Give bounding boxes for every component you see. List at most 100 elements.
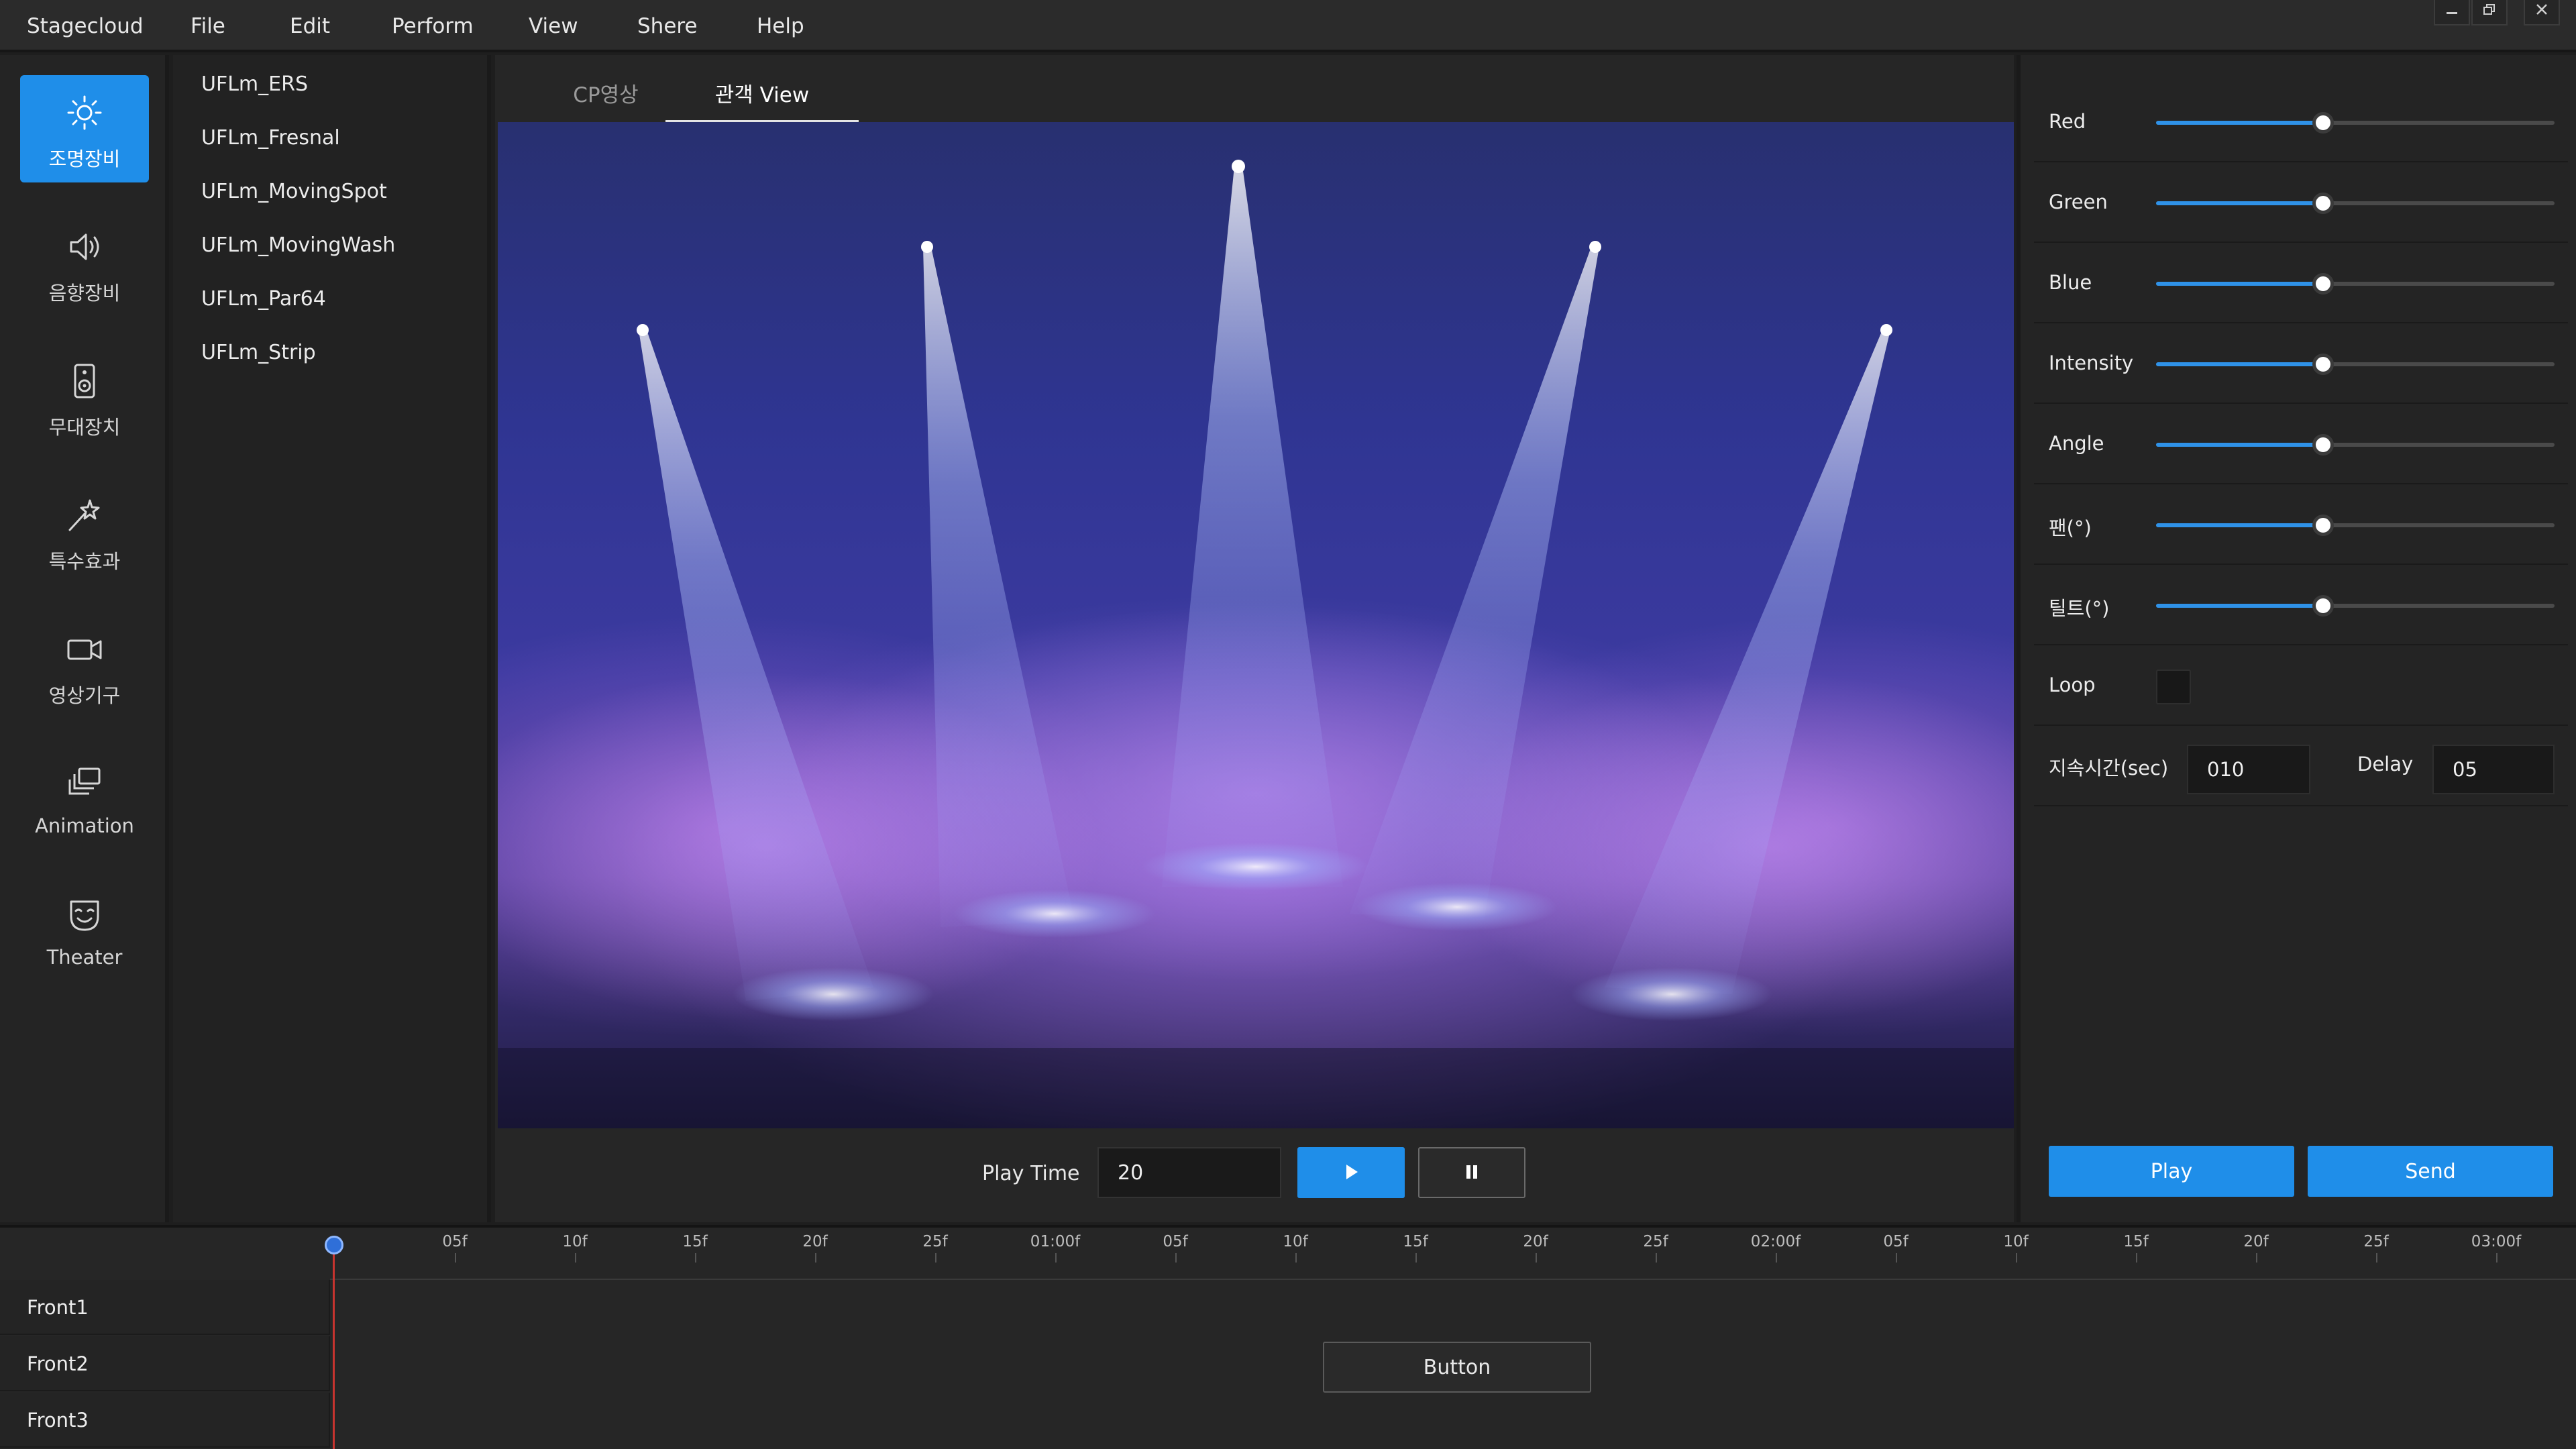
angle-row: Angle <box>2034 404 2568 484</box>
slider-thumb[interactable] <box>2312 354 2334 375</box>
pan-row: 팬(°) <box>2034 484 2568 565</box>
ruler-tick-label: 05f <box>442 1233 468 1250</box>
timeline-button[interactable]: Button <box>1323 1342 1591 1393</box>
tilt-slider[interactable] <box>2156 595 2555 616</box>
angle-label: Angle <box>2049 432 2104 455</box>
loop-checkbox[interactable] <box>2156 669 2191 704</box>
restore-button[interactable] <box>2471 0 2508 25</box>
sidebar-item-animation[interactable]: Animation <box>20 746 149 853</box>
ruler-tick-mark <box>1536 1253 1537 1263</box>
tab-audience-view[interactable]: 관객 View <box>665 67 859 123</box>
menu-file[interactable]: File <box>191 0 225 52</box>
ruler-tick-label: 15f <box>2123 1233 2149 1250</box>
red-label: Red <box>2049 110 2086 133</box>
sidebar-item-label: 영상기구 <box>48 684 121 707</box>
menu-bar: Stagecloud File Edit Perform View Shere … <box>0 0 2576 52</box>
fixture-list: UFLm_ERS UFLm_Fresnal UFLm_MovingSpot UF… <box>173 55 491 1222</box>
close-button[interactable] <box>2524 0 2560 25</box>
ruler-tick-mark <box>695 1253 696 1263</box>
sidebar-item-sound[interactable]: 음향장비 <box>20 209 149 317</box>
video-camera-icon <box>67 639 102 660</box>
sidebar-item-special-effects[interactable]: 특수효과 <box>20 478 149 585</box>
ruler-tick-mark <box>2256 1253 2257 1263</box>
speaker-icon <box>70 233 99 260</box>
blue-slider[interactable] <box>2156 273 2555 294</box>
menu-edit[interactable]: Edit <box>290 0 330 52</box>
menu-view[interactable]: View <box>529 0 578 52</box>
sidebar-item-lighting[interactable]: 조명장비 <box>20 75 149 182</box>
green-row: Green <box>2034 162 2568 243</box>
sidebar-item-label: 무대장치 <box>48 416 121 439</box>
slider-thumb[interactable] <box>2312 434 2334 455</box>
menu-shere[interactable]: Shere <box>637 0 698 52</box>
send-button[interactable]: Send <box>2308 1146 2553 1197</box>
ruler-tick-mark <box>2496 1253 2498 1263</box>
theater-mask-icon <box>70 900 99 931</box>
fixture-item-fresnal[interactable]: UFLm_Fresnal <box>201 111 340 165</box>
play-time-label: Play Time <box>982 1162 1080 1185</box>
fixture-item-strip[interactable]: UFLm_Strip <box>201 326 316 380</box>
playhead-handle[interactable] <box>325 1236 343 1254</box>
ruler-tick-mark <box>1896 1253 1897 1263</box>
fixture-item-movingspot[interactable]: UFLm_MovingSpot <box>201 165 387 219</box>
fixture-item-movingwash[interactable]: UFLm_MovingWash <box>201 219 395 272</box>
duration-input[interactable] <box>2187 745 2310 794</box>
sidebar-item-theater[interactable]: Theater <box>20 877 149 985</box>
category-sidebar: 조명장비 음향장비 무대장치 특수효과 영상기구 Animation Theat… <box>0 55 169 1222</box>
stage-lights-image <box>498 160 2014 1128</box>
play-action-button[interactable]: Play <box>2049 1146 2294 1197</box>
ruler-tick-label: 10f <box>2003 1233 2029 1250</box>
minimize-button[interactable] <box>2434 0 2470 25</box>
fixture-item-ers[interactable]: UFLm_ERS <box>201 58 308 111</box>
pause-button[interactable] <box>1418 1147 1525 1198</box>
sidebar-item-label: 특수효과 <box>48 550 121 573</box>
slider-thumb[interactable] <box>2312 112 2334 133</box>
play-icon <box>1346 1164 1358 1179</box>
ruler-tick-mark <box>2136 1253 2137 1263</box>
ruler-tick-label: 25f <box>2363 1233 2389 1250</box>
ruler-tick-mark <box>1175 1253 1177 1263</box>
ruler-tick-label: 01:00f <box>1030 1233 1081 1250</box>
ruler-tick-label: 25f <box>1643 1233 1668 1250</box>
menu-perform[interactable]: Perform <box>392 0 474 52</box>
menu-help[interactable]: Help <box>757 0 804 52</box>
slider-thumb[interactable] <box>2312 273 2334 294</box>
sidebar-item-stage-device[interactable]: 무대장치 <box>20 343 149 451</box>
tab-cp-video[interactable]: CP영상 <box>529 67 683 123</box>
minimize-icon <box>2447 12 2457 14</box>
red-slider[interactable] <box>2156 112 2555 133</box>
sidebar-item-label: Animation <box>35 814 134 837</box>
close-icon <box>2536 4 2547 15</box>
ruler-tick-mark <box>1055 1253 1057 1263</box>
sidebar-item-label: 음향장비 <box>48 282 121 305</box>
slider-thumb[interactable] <box>2312 193 2334 214</box>
ruler-tick-label: 20f <box>802 1233 828 1250</box>
ruler-tick-label: 25f <box>922 1233 948 1250</box>
track-front3[interactable]: Front3 <box>0 1393 330 1448</box>
green-slider[interactable] <box>2156 193 2555 214</box>
ruler-tick-mark <box>1295 1253 1297 1263</box>
pan-slider[interactable] <box>2156 515 2555 536</box>
timeline-ruler[interactable]: 05f 10f 15f 20f 25f 01:00f 05f 10f 15f 20f 25f 02:0… <box>330 1228 2576 1280</box>
ruler-tick-label: 02:00f <box>1750 1233 1801 1250</box>
timeline-panel: 05f 10f 15f 20f 25f 01:00f 05f 10f 15f 20f 25f 02:0… <box>0 1225 2576 1449</box>
track-front1[interactable]: Front1 <box>0 1280 330 1335</box>
ruler-tick-mark <box>575 1253 576 1263</box>
sidebar-item-video[interactable]: 영상기구 <box>20 612 149 719</box>
magic-wand-icon <box>68 499 100 531</box>
play-button[interactable] <box>1297 1147 1405 1198</box>
green-label: Green <box>2049 191 2108 213</box>
viewport-panel: CP영상 관객 View Play Time 20 <box>495 55 2014 1222</box>
loop-row: Loop <box>2034 645 2568 726</box>
delay-input[interactable] <box>2432 745 2555 794</box>
fixture-item-par64[interactable]: UFLm_Par64 <box>201 272 326 326</box>
play-time-input[interactable] <box>1097 1147 1281 1198</box>
slider-thumb[interactable] <box>2312 515 2334 536</box>
angle-slider[interactable] <box>2156 434 2555 455</box>
slider-thumb[interactable] <box>2312 595 2334 616</box>
ruler-tick-label: 03:00f <box>2471 1233 2522 1250</box>
intensity-slider[interactable] <box>2156 354 2555 375</box>
sun-icon <box>67 95 102 130</box>
track-front2[interactable]: Front2 <box>0 1336 330 1391</box>
ruler-tick-mark <box>455 1253 456 1263</box>
